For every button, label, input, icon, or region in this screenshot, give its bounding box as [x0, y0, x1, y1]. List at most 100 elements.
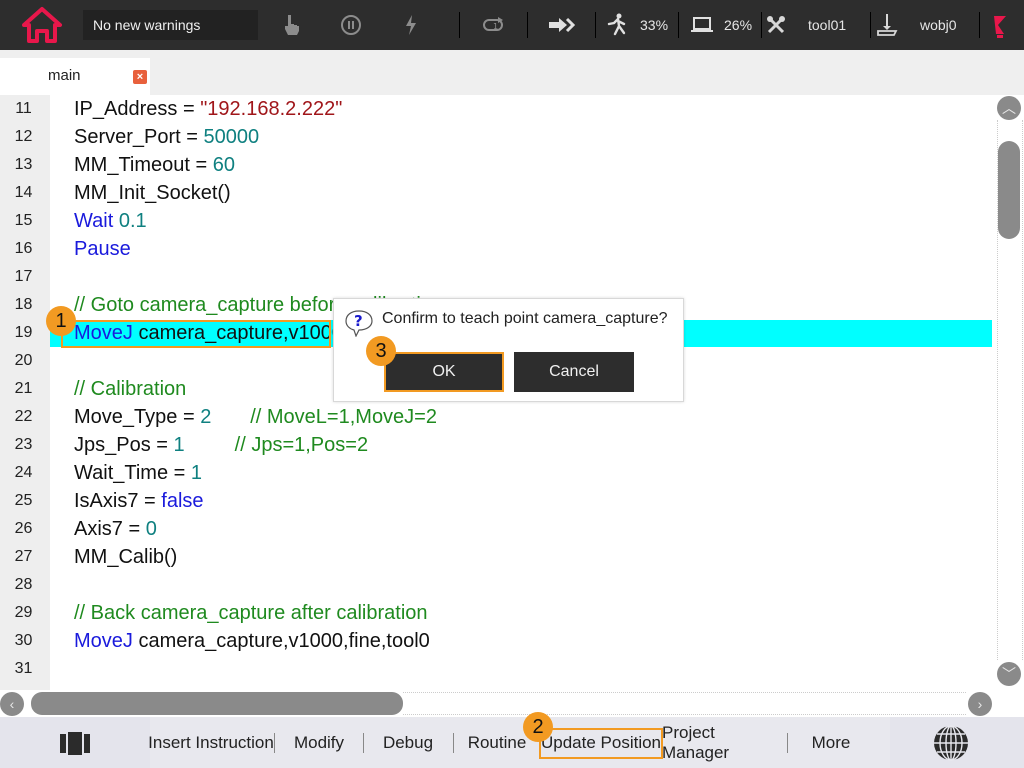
- horizontal-scrollbar[interactable]: [403, 692, 966, 715]
- divider: [979, 12, 980, 38]
- code-token: IsAxis7 =: [74, 490, 162, 512]
- close-tab-icon[interactable]: ×: [133, 70, 147, 84]
- code-token: 1: [190, 462, 202, 484]
- scroll-down-button[interactable]: ﹀: [997, 662, 1021, 686]
- debug-button[interactable]: Debug: [374, 717, 442, 768]
- wobj-selector[interactable]: wobj0: [876, 0, 957, 50]
- code-line[interactable]: 29 // Back camera_capture after calibrati…: [0, 599, 995, 627]
- code-token: // Jps=1,Pos=2: [234, 434, 369, 456]
- routine-button[interactable]: Routine: [464, 717, 530, 768]
- code-token: 60: [212, 154, 235, 176]
- cancel-button[interactable]: Cancel: [514, 352, 634, 392]
- code-line[interactable]: 14 MM_Init_Socket(): [0, 179, 995, 207]
- code-line[interactable]: 27 MM_Calib(): [0, 543, 995, 571]
- modify-button[interactable]: Modify: [284, 717, 354, 768]
- warning-status[interactable]: No new warnings: [83, 10, 258, 40]
- lightning-icon: [406, 15, 416, 35]
- insert-instruction-button[interactable]: Insert Instruction: [148, 717, 274, 768]
- code-line[interactable]: 15 Wait 0.1: [0, 207, 995, 235]
- hand-button[interactable]: [283, 0, 301, 50]
- code-token: Jps_Pos =: [74, 434, 174, 456]
- panels-button[interactable]: [58, 717, 94, 768]
- project-manager-button[interactable]: Project Manager: [662, 717, 786, 768]
- line-number: 15: [0, 212, 47, 230]
- cycle-mode-button[interactable]: 1: [482, 0, 506, 50]
- code-token: Move_Type =: [74, 406, 201, 428]
- line-number-text: 31: [14, 660, 33, 677]
- horizontal-scroll-thumb[interactable]: [31, 692, 403, 715]
- step-badge-1: 1: [46, 306, 76, 336]
- code-token: camera_capture,v1000,fine,tool0: [132, 630, 430, 652]
- line-number-text: 29: [14, 604, 33, 621]
- line-number: 25: [0, 492, 47, 510]
- code-line[interactable]: 23 Jps_Pos = 1 // Jps=1,Pos=2: [0, 431, 995, 459]
- code-line[interactable]: 24 Wait_Time = 1: [0, 459, 995, 487]
- line-number: 19: [0, 324, 47, 342]
- code-token: Wait: [74, 210, 114, 232]
- line-number-text: 18: [14, 296, 33, 313]
- code-line[interactable]: 13 MM_Timeout = 60: [0, 151, 995, 179]
- line-number-text: 30: [14, 632, 33, 649]
- scroll-right-button[interactable]: ›: [968, 692, 992, 716]
- more-button[interactable]: More: [800, 717, 862, 768]
- dialog-message: Confirm to teach point camera_capture?: [382, 310, 668, 327]
- ok-button[interactable]: OK: [384, 352, 504, 392]
- line-number-text: 20: [14, 352, 33, 369]
- line-number-text: 13: [14, 156, 33, 173]
- code-line[interactable]: 30 MoveJ camera_capture,v1000,fine,tool0: [0, 627, 995, 655]
- line-number: 31: [0, 660, 47, 678]
- code-line[interactable]: 11 IP_Address = "192.168.2.222": [0, 95, 995, 123]
- vertical-scroll-thumb[interactable]: [998, 141, 1020, 239]
- language-button[interactable]: [930, 717, 972, 768]
- line-number: 17: [0, 268, 47, 286]
- line-number: 22: [0, 408, 47, 426]
- code-text: // Back camera_capture after calibration: [74, 599, 428, 627]
- code-token: Server_Port =: [74, 126, 204, 148]
- pause-icon: [341, 15, 361, 35]
- code-text: Server_Port = 50000: [74, 123, 259, 151]
- code-token: // Back camera_capture after calibration: [74, 602, 428, 624]
- code-line[interactable]: 31: [0, 655, 995, 683]
- line-number: 27: [0, 548, 47, 566]
- speed-button[interactable]: 33%: [606, 0, 668, 50]
- scroll-left-button[interactable]: ‹: [0, 692, 24, 716]
- scroll-up-button[interactable]: ︿: [997, 96, 1021, 120]
- code-line[interactable]: 25 IsAxis7 = false: [0, 487, 995, 515]
- chevron-up-icon: ︿: [1002, 100, 1016, 116]
- code-token: 50000: [203, 126, 260, 148]
- chevron-left-icon: ‹: [9, 696, 15, 712]
- line-number: 23: [0, 436, 47, 454]
- code-line[interactable]: 28: [0, 571, 995, 599]
- question-icon: ?: [345, 310, 373, 337]
- code-line[interactable]: 12 Server_Port = 50000: [0, 123, 995, 151]
- power-button[interactable]: [404, 0, 418, 50]
- robot-status-button[interactable]: [992, 0, 1008, 50]
- code-line[interactable]: 22 Move_Type = 2 // MoveL=1,MoveJ=2: [0, 403, 995, 431]
- tool-selector[interactable]: tool01: [766, 0, 846, 50]
- selected-instruction-box[interactable]: [61, 320, 331, 348]
- step-mode-button[interactable]: [548, 0, 576, 50]
- line-number-text: 26: [14, 520, 33, 537]
- cpu-usage[interactable]: 26%: [690, 0, 752, 50]
- tab-main[interactable]: main ×: [0, 58, 150, 95]
- line-number: 11: [0, 100, 47, 118]
- code-token: MM_Timeout =: [74, 154, 213, 176]
- pause-button[interactable]: [340, 0, 362, 50]
- line-number: 20: [0, 352, 47, 370]
- code-token: MM_Init_Socket(): [74, 182, 231, 204]
- code-text: MoveJ camera_capture,v1000,fine,tool0: [74, 627, 430, 655]
- line-number-text: 17: [14, 268, 33, 285]
- code-text: IsAxis7 = false: [74, 487, 204, 515]
- code-token: 0: [145, 518, 157, 540]
- forward-arrow-icon: [549, 17, 576, 33]
- code-line[interactable]: 26 Axis7 = 0: [0, 515, 995, 543]
- code-line[interactable]: 17: [0, 263, 995, 291]
- code-token: Wait_Time =: [74, 462, 191, 484]
- code-token: false: [161, 490, 204, 512]
- tool-name: tool01: [808, 17, 847, 33]
- chevron-down-icon: ﹀: [1002, 666, 1016, 682]
- divider: [678, 12, 679, 38]
- home-button[interactable]: [20, 0, 64, 50]
- code-line[interactable]: 16 Pause: [0, 235, 995, 263]
